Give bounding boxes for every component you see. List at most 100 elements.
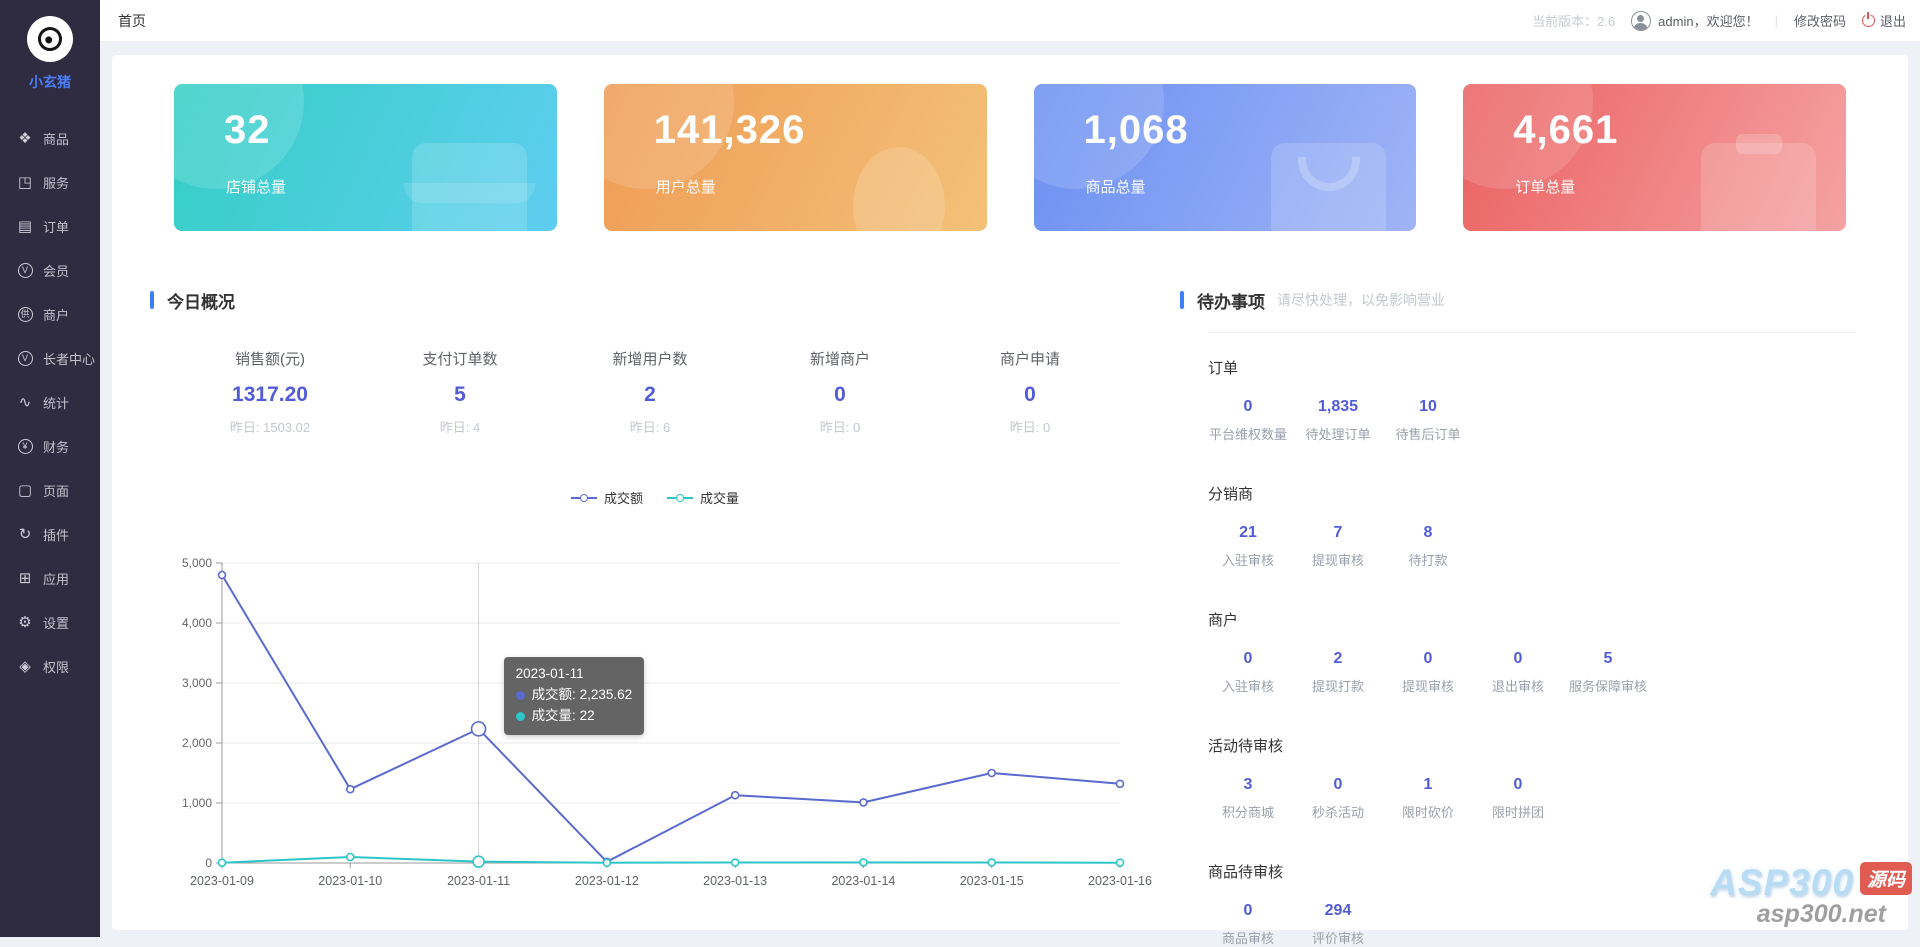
todo-item: 1,835 待处理订单	[1298, 398, 1378, 443]
todo-group-items: 3 积分商城 0 秒杀活动 1 限时砍价 0 限时拼团	[1208, 776, 1880, 821]
todo-item-label: 入驻审核	[1221, 679, 1274, 694]
data-point-成交额	[730, 790, 740, 800]
stat-cards-row: 32 店铺总量 141,326 用户总量 1,068 商品总量 4,661 订单总量	[174, 84, 1846, 231]
series-line-成交量	[221, 856, 1121, 864]
sidebar-item-merchants[interactable]: 供商户	[0, 292, 100, 336]
today-stat-value[interactable]: 1317.20	[175, 383, 365, 407]
todo-item-label: 提现审核	[1401, 679, 1454, 694]
members-icon: V	[15, 262, 35, 278]
sidebar-item-statistics[interactable]: ∿ 统计	[0, 380, 100, 424]
sidebar-item-label: 设置	[43, 615, 70, 631]
todo-item-value[interactable]: 10	[1388, 398, 1468, 416]
todo-title: 待办事项	[1197, 292, 1265, 312]
todo-item-label: 提现审核	[1311, 553, 1364, 568]
sidebar-item-elder-center[interactable]: V 长者中心	[0, 336, 100, 380]
today-stat-value[interactable]: 0	[935, 383, 1125, 407]
today-stat: 新增用户数 2 昨日: 6	[555, 348, 745, 436]
legend-item-成交额[interactable]: 成交额	[570, 488, 643, 507]
todo-item: 2 提现打款	[1298, 650, 1378, 695]
sidebar-item-label: 页面	[43, 483, 70, 499]
todo-item-label: 待售后订单	[1395, 427, 1461, 442]
today-stat-value[interactable]: 0	[745, 383, 935, 407]
logout-button[interactable]: 退出	[1861, 11, 1906, 30]
y-tick-label: 3,000	[182, 676, 212, 690]
todo-item-value[interactable]: 0	[1478, 776, 1558, 794]
todo-item-value[interactable]: 0	[1208, 902, 1288, 920]
sidebar-item-plugins[interactable]: ↻ 插件	[0, 512, 100, 556]
x-tick-label: 2023-01-16	[1088, 874, 1152, 888]
data-point-成交量	[987, 858, 997, 867]
section-accent-bar	[150, 291, 154, 309]
todo-item-label: 积分商城	[1221, 805, 1274, 820]
sidebar-item-finance[interactable]: ¥ 财务	[0, 424, 100, 468]
todo-item: 294 评价审核	[1298, 902, 1378, 947]
today-stat-value[interactable]: 2	[555, 383, 745, 407]
todo-item-value[interactable]: 3	[1208, 776, 1288, 794]
todo-item-value[interactable]: 0	[1208, 650, 1288, 668]
version-caption: 当前版本：	[1532, 14, 1598, 29]
todo-item-value[interactable]: 8	[1388, 524, 1468, 542]
clipboard-icon	[1701, 143, 1816, 231]
sidebar-item-members[interactable]: V 会员	[0, 248, 100, 292]
tab-home[interactable]: 首页	[118, 11, 146, 31]
todo-item: 3 积分商城	[1208, 776, 1288, 821]
sidebar-item-orders[interactable]: ▤ 订单	[0, 204, 100, 248]
data-point-成交量	[345, 852, 355, 862]
sidebar-item-label: 商户	[43, 307, 70, 323]
today-stat-yesterday: 昨日: 1503.02	[229, 420, 311, 435]
todo-item-value[interactable]: 0	[1298, 776, 1378, 794]
data-point-成交额	[987, 768, 997, 778]
elder-center-icon-glyph: V	[17, 350, 33, 366]
sidebar-item-permissions[interactable]: ◈ 权限	[0, 644, 100, 688]
finance-icon: ¥	[15, 438, 35, 454]
legend-item-成交量[interactable]: 成交量	[667, 488, 739, 507]
today-stat-label: 支付订单数	[422, 351, 498, 368]
todo-item-value[interactable]: 2	[1298, 650, 1378, 668]
sidebar-item-label: 长者中心	[43, 351, 96, 367]
main-panel: 32 店铺总量 141,326 用户总量 1,068 商品总量 4,661 订单总量 今日概况…	[112, 55, 1908, 946]
todo-item-value[interactable]: 7	[1298, 524, 1378, 542]
sidebar-item-settings[interactable]: ⚙ 设置	[0, 600, 100, 644]
x-tick-label: 2023-01-11	[447, 874, 510, 888]
power-icon	[1861, 14, 1875, 27]
x-tick-label: 2023-01-09	[190, 874, 254, 888]
todo-group-items: 21 入驻审核 7 提现审核 8 待打款	[1208, 524, 1880, 569]
todo-item: 0 退出审核	[1478, 650, 1558, 695]
todo-item-value[interactable]: 0	[1208, 398, 1288, 416]
todo-item-value[interactable]: 1,835	[1298, 398, 1378, 416]
settings-icon: ⚙	[18, 613, 32, 631]
finance-icon-glyph: ¥	[17, 438, 33, 454]
todo-item-value[interactable]: 0	[1388, 650, 1468, 668]
todo-divider	[1208, 332, 1856, 333]
sidebar-item-services[interactable]: ◳ 服务	[0, 160, 100, 204]
y-tick-label: 5,000	[182, 556, 212, 570]
todo-item-value[interactable]: 5	[1568, 650, 1648, 668]
today-overview-header: 今日概况	[150, 288, 1160, 312]
section-accent-bar	[1180, 291, 1184, 309]
sidebar-item-label: 财务	[43, 439, 70, 455]
sidebar-item-apps[interactable]: ⊞ 应用	[0, 556, 100, 600]
sidebar-menu: ❖ 商品 ◳ 服务 ▤ 订单 V 会员供商户 V 长者中心 ∿ 统计 ¥ 财务 ▢ 页面 ↻ 插件 ⊞ 应用 ⚙ 设置 ◈ 权…	[0, 116, 100, 688]
watermark-top: ASP300 源码	[1710, 862, 1912, 904]
today-overview-title: 今日概况	[167, 292, 235, 312]
today-stat-value[interactable]: 5	[365, 383, 555, 407]
sidebar-item-goods[interactable]: ❖ 商品	[0, 116, 100, 160]
elder-center-icon: V	[15, 350, 35, 366]
legend-label: 成交量	[700, 491, 740, 506]
todo-group-title: 商户	[1208, 612, 1239, 629]
todo-item-value[interactable]: 1	[1388, 776, 1468, 794]
today-stat: 支付订单数 5 昨日: 4	[365, 348, 555, 436]
plugins-icon: ↻	[18, 525, 32, 543]
change-password-button[interactable]: 修改密码	[1794, 11, 1846, 30]
apps-icon: ⊞	[18, 569, 32, 587]
todo-item: 0 平台维权数量	[1208, 398, 1288, 443]
sidebar-item-pages[interactable]: ▢ 页面	[0, 468, 100, 512]
today-stat-yesterday: 昨日: 6	[629, 420, 671, 435]
todo-subtitle: 请尽快处理，以免影响营业	[1277, 292, 1445, 308]
todo-item-value[interactable]: 0	[1478, 650, 1558, 668]
todo-item-value[interactable]: 21	[1208, 524, 1288, 542]
x-tick-label: 2023-01-12	[575, 874, 639, 888]
orders-icon: ▤	[17, 217, 33, 235]
todo-item-label: 待打款	[1408, 553, 1448, 568]
todo-item-value[interactable]: 294	[1298, 902, 1378, 920]
